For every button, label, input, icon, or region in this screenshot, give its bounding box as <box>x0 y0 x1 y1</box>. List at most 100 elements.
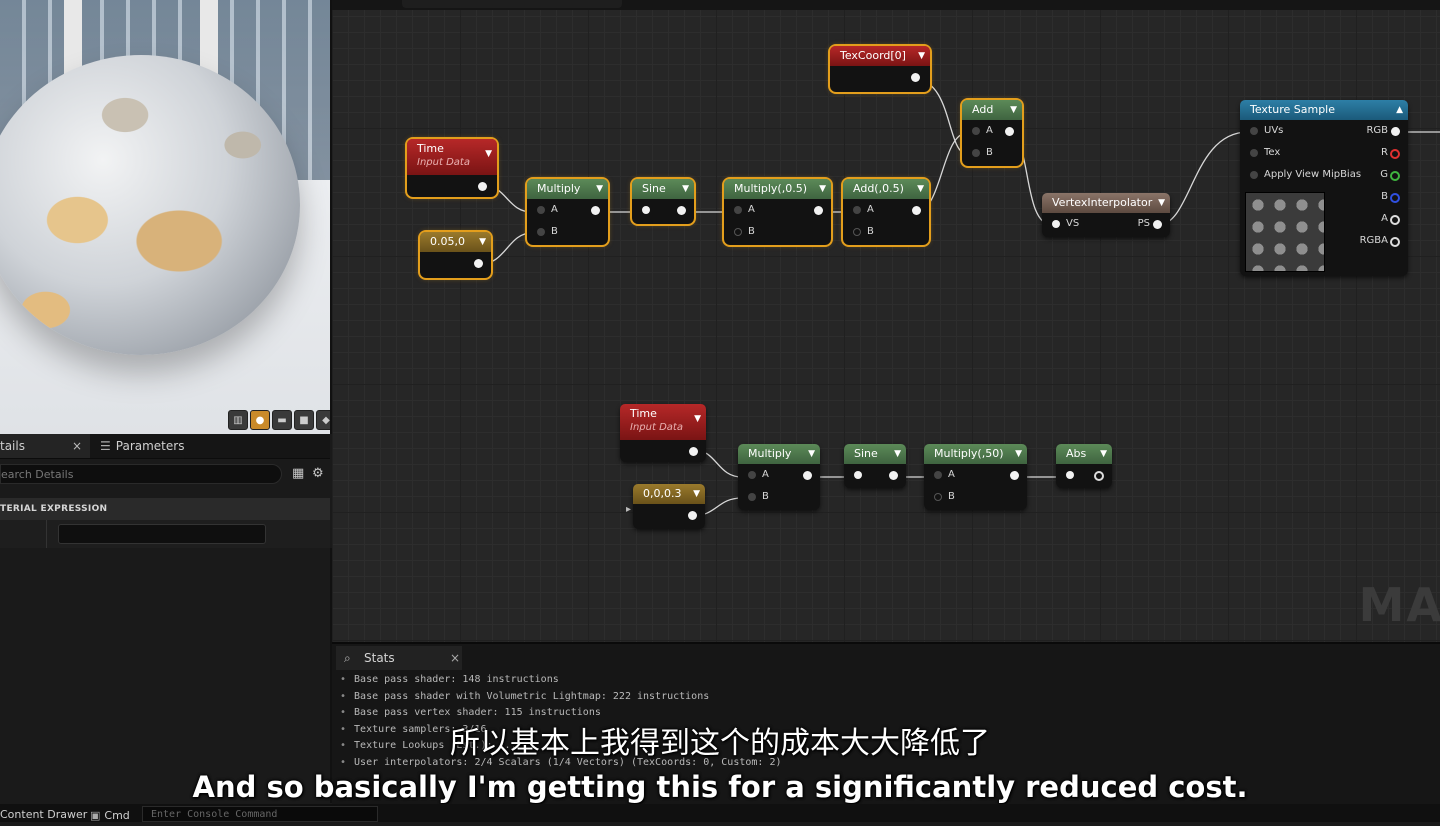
node-multiply-05-header[interactable]: Multiply(,0.5) ▼ <box>724 179 831 199</box>
chevron-down-icon[interactable]: ▼ <box>682 179 689 199</box>
node-add-header[interactable]: Add ▼ <box>962 100 1022 120</box>
close-icon[interactable]: × <box>450 646 460 670</box>
output-pin[interactable] <box>1005 127 1014 136</box>
output-pin[interactable] <box>912 206 921 215</box>
node-abs-header[interactable]: Abs ▼ <box>1056 444 1112 464</box>
node-texcoord[interactable]: TexCoord[0] ▼ <box>828 44 932 94</box>
output-pin[interactable] <box>1390 237 1400 247</box>
input-pin[interactable] <box>537 206 545 214</box>
node-sine-2-header[interactable]: Sine ▼ <box>844 444 906 464</box>
input-pin[interactable] <box>934 471 942 479</box>
node-sine-header[interactable]: Sine ▼ <box>632 179 694 199</box>
node-sine[interactable]: Sine ▼ <box>630 177 696 226</box>
grid-icon[interactable]: ▥ <box>228 410 248 430</box>
chevron-down-icon[interactable]: ▼ <box>894 444 901 464</box>
output-pin[interactable] <box>1391 127 1400 136</box>
node-multiply-50-header[interactable]: Multiply(,50) ▼ <box>924 444 1027 464</box>
node-texture-sample[interactable]: Texture Sample ▲ UVs RGB Tex R Apply View M… <box>1240 100 1408 276</box>
console-command-input[interactable]: Enter Console Command <box>142 806 378 822</box>
input-pin[interactable] <box>748 493 756 501</box>
output-pin[interactable] <box>689 447 698 456</box>
input-pin[interactable] <box>854 471 862 479</box>
node-constant[interactable]: 0.05,0 ▼ <box>418 230 493 280</box>
output-pin[interactable] <box>1390 215 1400 225</box>
node-multiply-50[interactable]: Multiply(,50) ▼ A B <box>924 444 1027 510</box>
close-icon[interactable]: × <box>72 434 82 458</box>
output-pin[interactable] <box>591 206 600 215</box>
chevron-down-icon[interactable]: ▼ <box>1010 100 1017 120</box>
chevron-down-icon[interactable]: ▼ <box>808 444 815 464</box>
material-preview-viewport[interactable]: ▥ ● ▬ ■ ◆ <box>0 0 332 434</box>
node-add-05-header[interactable]: Add(,0.5) ▼ <box>843 179 929 199</box>
tab-parameters[interactable]: ☰ Parameters <box>100 434 184 458</box>
node-constant-header[interactable]: 0.05,0 ▼ <box>420 232 491 252</box>
category-header[interactable]: TERIAL EXPRESSION <box>0 498 330 520</box>
content-drawer-button[interactable]: Content Drawer <box>0 804 87 822</box>
table-view-icon[interactable]: ▦ <box>292 466 304 481</box>
output-pin[interactable] <box>1010 471 1019 480</box>
output-pin[interactable] <box>1094 471 1104 481</box>
chevron-up-icon[interactable]: ▲ <box>1396 100 1403 120</box>
node-texture-sample-header[interactable]: Texture Sample ▲ <box>1240 100 1408 120</box>
input-pin[interactable] <box>972 149 980 157</box>
input-pin[interactable] <box>642 206 650 214</box>
node-vertex-interpolator[interactable]: VertexInterpolator ▼ VS PS <box>1042 193 1170 237</box>
input-pin[interactable] <box>934 493 942 501</box>
input-pin[interactable] <box>1250 171 1258 179</box>
output-pin[interactable] <box>1153 220 1162 229</box>
sphere-icon[interactable]: ● <box>250 410 270 430</box>
chevron-down-icon[interactable]: ▼ <box>479 232 486 252</box>
input-pin[interactable] <box>734 228 742 236</box>
tab-details[interactable]: tails × <box>0 434 90 458</box>
node-multiply-05[interactable]: Multiply(,0.5) ▼ A B <box>722 177 833 247</box>
teapot-icon[interactable]: ◆ <box>316 410 330 430</box>
node-multiply-2[interactable]: Multiply ▼ A B <box>738 444 820 510</box>
input-pin[interactable] <box>972 127 980 135</box>
input-pin[interactable] <box>1250 149 1258 157</box>
cube-icon[interactable]: ■ <box>294 410 314 430</box>
node-multiply-2-header[interactable]: Multiply ▼ <box>738 444 820 464</box>
node-multiply[interactable]: Multiply ▼ A B <box>525 177 610 247</box>
chevron-down-icon[interactable]: ▼ <box>693 484 700 504</box>
chevron-down-icon[interactable]: ▼ <box>918 46 925 66</box>
node-add-05[interactable]: Add(,0.5) ▼ A B <box>841 177 931 247</box>
input-pin[interactable] <box>853 206 861 214</box>
node-time[interactable]: Time Input Data ▼ <box>405 137 499 199</box>
output-pin[interactable] <box>889 471 898 480</box>
output-pin[interactable] <box>814 206 823 215</box>
chevron-down-icon[interactable]: ▼ <box>1015 444 1022 464</box>
tab-stats[interactable]: ⌕ Stats × <box>336 646 462 670</box>
node-time-2[interactable]: Time Input Data ▼ <box>620 404 706 462</box>
output-pin[interactable] <box>688 511 697 520</box>
chevron-down-icon[interactable]: ▼ <box>596 179 603 199</box>
node-time-2-header[interactable]: Time Input Data ▼ <box>620 404 706 440</box>
input-pin[interactable] <box>1052 220 1060 228</box>
output-pin[interactable] <box>474 259 483 268</box>
output-pin[interactable] <box>1390 171 1400 181</box>
output-pin[interactable] <box>803 471 812 480</box>
chevron-down-icon[interactable]: ▼ <box>485 147 492 161</box>
input-pin[interactable] <box>748 471 756 479</box>
search-details-input[interactable]: earch Details <box>0 464 282 484</box>
node-abs[interactable]: Abs ▼ <box>1056 444 1112 488</box>
input-pin[interactable] <box>734 206 742 214</box>
input-pin[interactable] <box>1250 127 1258 135</box>
chevron-down-icon[interactable]: ▼ <box>1158 193 1165 213</box>
input-pin[interactable] <box>537 228 545 236</box>
node-constant-2[interactable]: 0,0,0.3 ▼ <box>633 484 705 529</box>
output-pin[interactable] <box>911 73 920 82</box>
input-pin[interactable] <box>853 228 861 236</box>
chevron-down-icon[interactable]: ▼ <box>917 179 924 199</box>
chevron-down-icon[interactable]: ▼ <box>819 179 826 199</box>
node-sine-2[interactable]: Sine ▼ <box>844 444 906 488</box>
chevron-down-icon[interactable]: ▼ <box>1100 444 1107 464</box>
cmd-button[interactable]: ▣ Cmd <box>90 806 130 822</box>
output-pin[interactable] <box>1390 193 1400 203</box>
node-add[interactable]: Add ▼ A B <box>960 98 1024 168</box>
node-vertex-interpolator-header[interactable]: VertexInterpolator ▼ <box>1042 193 1170 213</box>
node-time-header[interactable]: Time Input Data ▼ <box>407 139 497 175</box>
output-pin[interactable] <box>478 182 487 191</box>
output-pin[interactable] <box>1390 149 1400 159</box>
gear-icon[interactable]: ⚙ <box>312 466 324 481</box>
plane-icon[interactable]: ▬ <box>272 410 292 430</box>
